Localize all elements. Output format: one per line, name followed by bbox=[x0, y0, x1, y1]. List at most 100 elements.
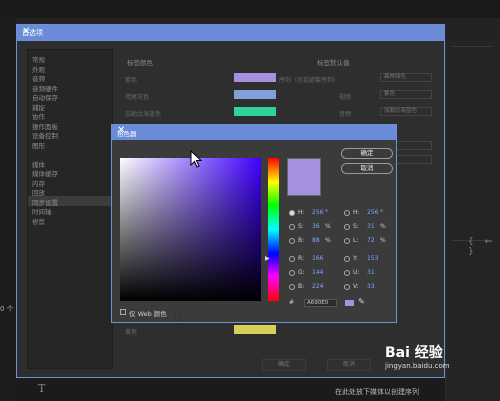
watermark-url: jingyan.baidu.com bbox=[385, 362, 450, 370]
color-field-value[interactable]: 144 bbox=[312, 269, 323, 276]
saturation-brightness-field[interactable] bbox=[120, 158, 261, 321]
category-item[interactable]: 回放 bbox=[32, 187, 45, 197]
category-item[interactable]: 操作面板 bbox=[32, 121, 58, 131]
label-defaults-title: 标签默认值 bbox=[317, 59, 350, 67]
color-field-label: S: bbox=[353, 223, 359, 230]
category-item[interactable]: 自动保存 bbox=[32, 92, 58, 102]
nav-arrows-icon[interactable]: { ← } bbox=[468, 237, 500, 257]
default-label-name: 音频 bbox=[339, 111, 352, 118]
color-picker-dialog: 拾色器 ✕ ▶ 确定 取消 H: 256 ° S: 36% B: 88% R: 166 G: 144… bbox=[111, 124, 397, 323]
color-mode-radio[interactable] bbox=[289, 238, 295, 244]
category-item[interactable]: 媒体 bbox=[32, 159, 45, 169]
category-item[interactable]: 同步设置 bbox=[32, 197, 58, 207]
color-field-unit: % bbox=[325, 223, 331, 230]
hex-label: # bbox=[289, 299, 295, 306]
color-field-value[interactable]: 256 bbox=[312, 209, 323, 216]
close-icon[interactable]: ✕ bbox=[117, 125, 392, 136]
color-mode-radio[interactable] bbox=[344, 284, 350, 290]
picker-cancel-button[interactable]: 取消 bbox=[341, 163, 393, 174]
category-item[interactable]: 图形 bbox=[32, 140, 45, 150]
color-preview bbox=[287, 158, 321, 196]
label-colors-title: 标签颜色 bbox=[127, 59, 153, 67]
default-label-dropdown[interactable]: 森林绿色 bbox=[380, 73, 432, 82]
color-field-value[interactable]: 256 bbox=[367, 209, 378, 216]
color-field-unit: % bbox=[380, 223, 386, 230]
item-count: 0 个 bbox=[0, 305, 14, 313]
color-mode-radio[interactable] bbox=[344, 224, 350, 230]
label-name: 黄色 bbox=[125, 329, 138, 336]
left-panel bbox=[0, 18, 16, 401]
default-label-dropdown[interactable]: 紫色 bbox=[380, 90, 432, 99]
category-item[interactable]: 捕捉 bbox=[32, 102, 45, 112]
baidu-watermark: Bai 经验 jingyan.baidu.com bbox=[385, 342, 450, 370]
category-item[interactable]: 音频硬件 bbox=[32, 83, 58, 93]
color-field-label: B: bbox=[298, 237, 305, 244]
color-field-label: U: bbox=[353, 269, 360, 276]
drop-hint: 在此处放下媒体以创建序列 bbox=[335, 388, 419, 396]
category-item[interactable]: 外观 bbox=[32, 64, 45, 74]
color-field-value[interactable]: 33 bbox=[367, 283, 375, 290]
category-item[interactable]: 内存 bbox=[32, 178, 45, 188]
right-panel bbox=[445, 40, 500, 401]
color-field-label: H: bbox=[353, 209, 360, 216]
category-item[interactable]: 常规 bbox=[32, 54, 45, 64]
preferences-cancel-button[interactable]: 取消 bbox=[327, 359, 371, 371]
web-only-checkbox[interactable] bbox=[120, 309, 126, 315]
preferences-titlebar[interactable]: 首选项 ✕ bbox=[17, 25, 444, 41]
hue-slider[interactable] bbox=[268, 158, 279, 301]
color-field-unit: ° bbox=[325, 209, 328, 216]
color-mode-radio[interactable] bbox=[289, 224, 295, 230]
close-icon[interactable]: ✕ bbox=[22, 26, 439, 37]
type-tool[interactable]: T bbox=[38, 382, 45, 395]
web-only-label: 仅 Web 颜色 bbox=[129, 310, 167, 318]
picker-ok-button[interactable]: 确定 bbox=[341, 148, 393, 159]
color-mode-radio[interactable] bbox=[289, 256, 295, 262]
color-mode-radio[interactable] bbox=[289, 284, 295, 290]
color-field-label: S: bbox=[298, 223, 304, 230]
color-picker-titlebar[interactable]: 拾色器 ✕ bbox=[112, 125, 396, 140]
color-field-value[interactable]: 88 bbox=[312, 237, 320, 244]
color-field-value[interactable]: 36 bbox=[312, 223, 320, 230]
color-field-label: V: bbox=[353, 283, 359, 290]
top-bar bbox=[0, 0, 500, 18]
label-name: 加勒比海蓝色 bbox=[125, 111, 162, 118]
label-color-swatch[interactable] bbox=[234, 73, 276, 82]
color-mode-radio[interactable] bbox=[344, 238, 350, 244]
hue-slider-handle-icon[interactable]: ▶ bbox=[265, 255, 270, 262]
default-label-name: 序列（包括嵌套序列） bbox=[279, 77, 340, 84]
color-field-unit: % bbox=[380, 237, 386, 244]
color-field-value[interactable]: 72 bbox=[367, 237, 375, 244]
color-field-label: B: bbox=[298, 283, 305, 290]
label-name: 紫色 bbox=[125, 77, 138, 84]
color-field-label: L: bbox=[353, 237, 359, 244]
color-mode-radio[interactable] bbox=[289, 270, 295, 276]
color-field-value[interactable]: 31 bbox=[367, 269, 375, 276]
watermark-brand: Bai 经验 bbox=[385, 345, 443, 361]
category-item[interactable]: 修剪 bbox=[32, 216, 45, 226]
color-mode-radio[interactable] bbox=[344, 256, 350, 262]
hex-input[interactable]: A690E0 bbox=[304, 299, 337, 307]
label-color-swatch[interactable] bbox=[234, 90, 276, 99]
color-field-unit: % bbox=[325, 237, 331, 244]
mouse-cursor-icon bbox=[190, 150, 202, 168]
current-color-swatch bbox=[345, 300, 354, 306]
label-color-swatch[interactable] bbox=[234, 325, 276, 334]
color-field-value[interactable]: 166 bbox=[312, 255, 323, 262]
category-item[interactable]: 音频 bbox=[32, 73, 45, 83]
color-field-value[interactable]: 153 bbox=[367, 255, 378, 262]
color-mode-radio[interactable] bbox=[289, 210, 295, 216]
category-item[interactable]: 设备控制 bbox=[32, 130, 58, 140]
preferences-ok-button[interactable]: 确定 bbox=[262, 359, 306, 371]
color-field-marker[interactable] bbox=[174, 314, 181, 321]
color-field-value[interactable]: 31 bbox=[367, 223, 375, 230]
category-item[interactable]: 时间轴 bbox=[32, 206, 52, 216]
eyedropper-icon[interactable]: ✎ bbox=[358, 297, 365, 306]
category-item[interactable]: 协作 bbox=[32, 111, 45, 121]
color-field-value[interactable]: 224 bbox=[312, 283, 323, 290]
default-label-dropdown[interactable]: 加勒比海蓝色 bbox=[380, 107, 432, 116]
color-mode-radio[interactable] bbox=[344, 270, 350, 276]
color-mode-radio[interactable] bbox=[344, 210, 350, 216]
label-color-swatch[interactable] bbox=[234, 107, 276, 116]
category-item[interactable]: 媒体缓存 bbox=[32, 168, 58, 178]
color-field-label: Y: bbox=[353, 255, 358, 262]
